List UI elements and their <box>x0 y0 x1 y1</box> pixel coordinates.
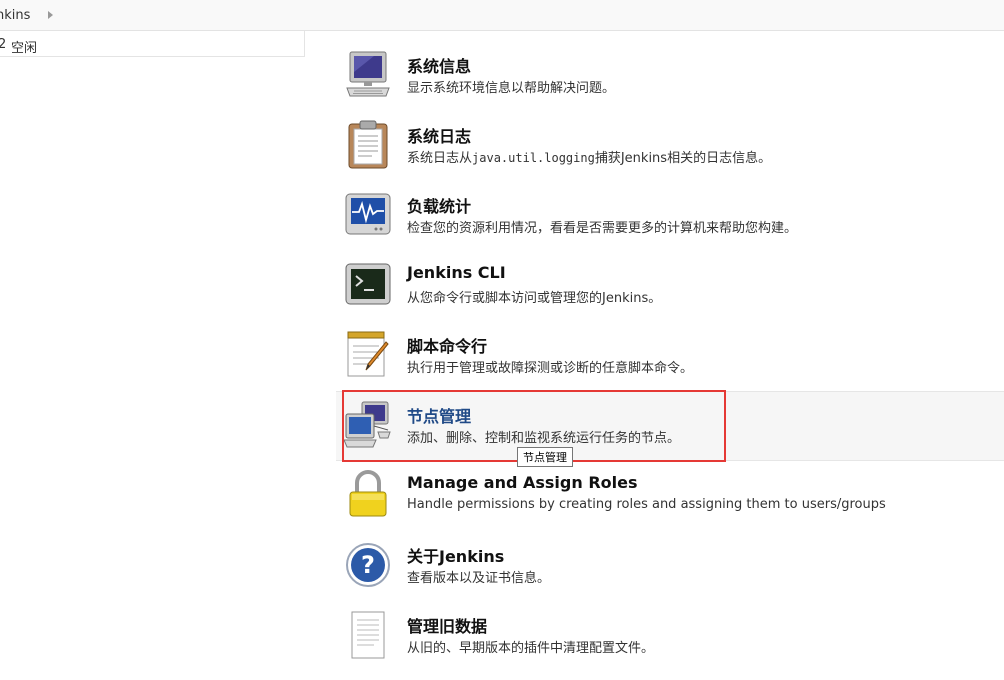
svg-text:?: ? <box>361 551 375 579</box>
item-description: 检查您的资源利用情况，看看是否需要更多的计算机来帮助您构建。 <box>407 221 798 236</box>
manage-item-system-log[interactable]: 系统日志 系统日志从java.util.logging捕获Jenkins相关的日… <box>344 120 1004 190</box>
item-title[interactable]: Manage and Assign Roles <box>407 473 638 492</box>
terminal-icon <box>344 260 392 310</box>
item-title[interactable]: 管理旧数据 <box>407 613 487 637</box>
manage-item-system-info[interactable]: 系统信息 显示系统环境信息以帮助解决问题。 <box>344 50 1004 120</box>
item-description: 系统日志从java.util.logging捕获Jenkins相关的日志信息。 <box>407 147 771 166</box>
build-executor-status: 2 空闲 <box>0 31 305 57</box>
help-icon: ? <box>344 540 392 590</box>
clipboard-log-icon <box>344 120 392 170</box>
executor-number: 2 <box>0 37 7 52</box>
item-title[interactable]: 脚本命令行 <box>407 333 487 357</box>
item-description: 从旧的、早期版本的插件中清理配置文件。 <box>407 641 655 656</box>
executor-status: 空闲 <box>11 41 38 56</box>
item-title[interactable]: 负载统计 <box>407 193 471 217</box>
computer-icon <box>344 50 392 100</box>
manage-item-roles[interactable]: Manage and Assign Roles Handle permissio… <box>344 470 1004 540</box>
desc-code: java.util.logging <box>472 151 595 165</box>
manage-item-about-jenkins[interactable]: ? 关于Jenkins 查看版本以及证书信息。 <box>344 540 1004 610</box>
padlock-icon <box>344 470 392 520</box>
item-title[interactable]: 系统信息 <box>407 53 471 77</box>
item-description: 执行用于管理或故障探测或诊断的任意脚本命令。 <box>407 361 694 376</box>
item-description: 查看版本以及证书信息。 <box>407 571 551 586</box>
item-description: 显示系统环境信息以帮助解决问题。 <box>407 81 616 96</box>
document-icon <box>344 610 392 660</box>
load-monitor-icon <box>344 190 392 240</box>
manage-item-load-statistics[interactable]: 负载统计 检查您的资源利用情况，看看是否需要更多的计算机来帮助您构建。 <box>344 190 1004 260</box>
manage-item-jenkins-cli[interactable]: Jenkins CLI 从您命令行或脚本访问或管理您的Jenkins。 <box>344 260 1004 330</box>
item-title[interactable]: 系统日志 <box>407 123 471 147</box>
item-title[interactable]: Jenkins CLI <box>407 263 506 282</box>
breadcrumb-arrow-icon[interactable] <box>48 11 53 19</box>
item-title[interactable]: 关于Jenkins <box>407 543 504 567</box>
tooltip: 节点管理 <box>517 447 573 467</box>
desc-prefix: 系统日志从 <box>407 151 473 166</box>
item-description: Handle permissions by creating roles and… <box>407 497 886 512</box>
desc-suffix: 捕获Jenkins相关的日志信息。 <box>594 151 772 166</box>
manage-item-old-data[interactable]: 管理旧数据 从旧的、早期版本的插件中清理配置文件。 <box>344 610 1004 680</box>
notepad-pencil-icon <box>344 330 392 380</box>
breadcrumb-jenkins[interactable]: nkins <box>0 8 30 23</box>
breadcrumb-bar: nkins <box>0 0 1004 31</box>
item-description: 从您命令行或脚本访问或管理您的Jenkins。 <box>407 291 662 306</box>
